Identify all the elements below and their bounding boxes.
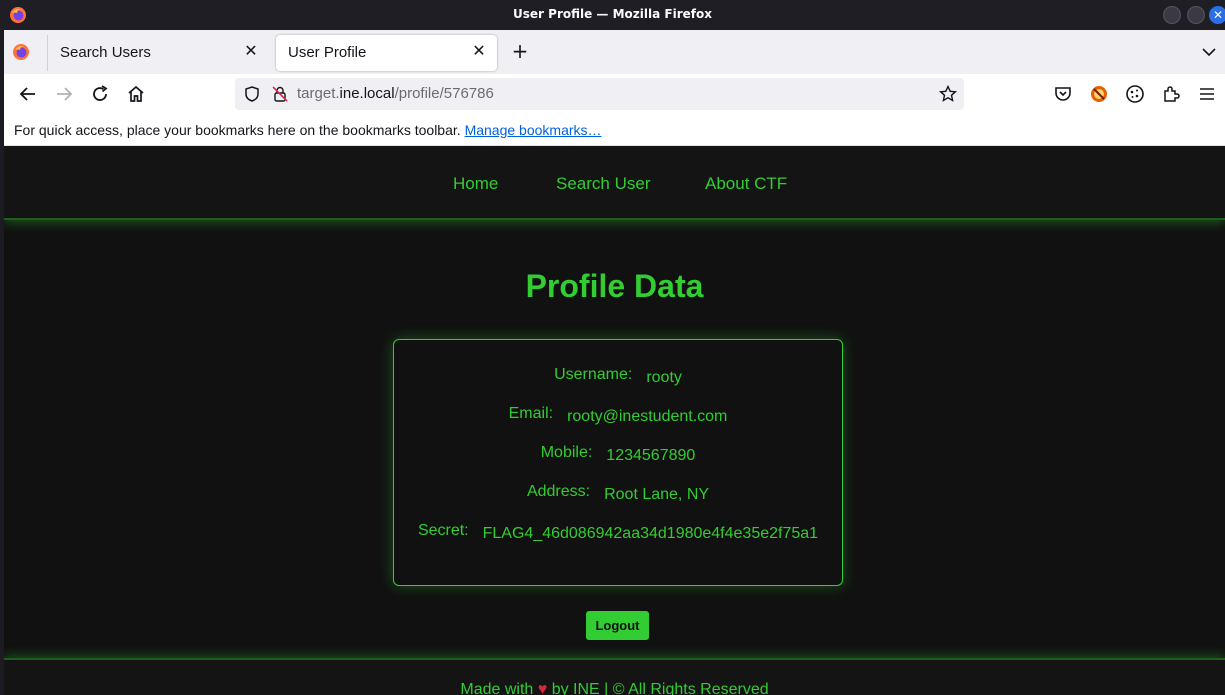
site-navbar: Home Search User About CTF	[4, 146, 1225, 220]
field-label: Username:	[554, 366, 633, 383]
field-label: Email:	[508, 405, 554, 422]
tab-strip: Search Users ✕ User Profile ✕ +	[4, 30, 1225, 74]
close-window-button[interactable]: ✕	[1209, 6, 1225, 24]
footer-made-with: Made with	[460, 681, 534, 695]
field-value: rooty	[646, 369, 682, 386]
tab-label: Search Users	[60, 44, 151, 61]
cookie-extension-icon[interactable]	[1123, 82, 1147, 106]
window-title: User Profile — Mozilla Firefox	[513, 7, 712, 21]
new-tab-plus-icon[interactable]: +	[508, 40, 532, 64]
insecure-lock-icon[interactable]	[271, 85, 289, 103]
firefox-window: User Profile — Mozilla Firefox ✕ Search …	[0, 0, 1225, 695]
profile-row-username: Username: rooty	[394, 366, 842, 386]
tab-list-chevron-down-icon[interactable]	[1199, 42, 1219, 62]
window-titlebar: User Profile — Mozilla Firefox ✕	[0, 0, 1225, 30]
extensions-puzzle-icon[interactable]	[1159, 82, 1183, 106]
bookmarks-toolbar: For quick access, place your bookmarks h…	[4, 114, 1225, 146]
url-host: ine.local	[339, 85, 395, 102]
manage-bookmarks-link[interactable]: Manage bookmarks…	[465, 122, 602, 138]
forward-arrow-icon[interactable]	[52, 82, 76, 106]
profile-row-secret: Secret: FLAG4_46d086942aa34d1980e4f4e35e2…	[394, 522, 842, 542]
pocket-icon[interactable]	[1051, 82, 1075, 106]
address-bar[interactable]: target.ine.local/profile/576786	[235, 78, 964, 110]
field-value: 1234567890	[606, 447, 696, 464]
field-label: Secret:	[417, 522, 469, 539]
field-label: Mobile:	[540, 444, 593, 461]
field-value: rooty@inestudent.com	[567, 408, 728, 425]
url-path: /profile/576786	[394, 85, 494, 102]
tracking-protection-shield-icon[interactable]	[243, 85, 261, 103]
minimize-button[interactable]	[1163, 6, 1181, 24]
site-footer: Made with ♥ by INE | © All Rights Reserv…	[4, 658, 1225, 695]
tab-close-icon[interactable]: ✕	[241, 42, 261, 62]
maximize-button[interactable]	[1187, 6, 1205, 24]
heart-icon: ♥	[537, 681, 548, 695]
field-label: Address:	[526, 483, 591, 500]
home-icon[interactable]	[124, 82, 148, 106]
firefox-view-icon[interactable]	[12, 43, 30, 61]
url-prefix: target.	[297, 85, 340, 102]
profile-row-email: Email: rooty@inestudent.com	[394, 405, 842, 425]
tab-search-users[interactable]: Search Users ✕	[47, 35, 269, 71]
profile-card: Username: rooty Email: rooty@inestudent.co…	[393, 339, 843, 586]
page-title: Profile Data	[525, 268, 704, 304]
profile-row-address: Address: Root Lane, NY	[394, 483, 842, 503]
extension-badge-icon[interactable]	[1087, 82, 1111, 106]
footer-text: Made with ♥ by INE | © All Rights Reserv…	[4, 681, 1225, 695]
nav-link-search-user[interactable]: Search User	[556, 174, 650, 194]
tab-label: User Profile	[288, 44, 367, 61]
tab-user-profile[interactable]: User Profile ✕	[276, 35, 497, 71]
field-value: Root Lane, NY	[604, 486, 710, 503]
app-menu-hamburger-icon[interactable]	[1195, 82, 1219, 106]
field-value: FLAG4_46d086942aa34d1980e4f4e35e2f75a1	[482, 525, 819, 542]
back-arrow-icon[interactable]	[16, 82, 40, 106]
nav-link-home[interactable]: Home	[453, 174, 498, 194]
tab-close-icon[interactable]: ✕	[469, 42, 489, 62]
footer-credits: by INE | © All Rights Reserved	[551, 681, 769, 695]
bookmark-star-icon[interactable]	[938, 84, 958, 104]
page-content: Home Search User About CTF Profile Data …	[4, 146, 1225, 695]
bookmarks-message-text: For quick access, place your bookmarks h…	[14, 122, 461, 138]
url-text[interactable]: target.ine.local/profile/576786	[297, 85, 494, 102]
logout-button[interactable]: Logout	[586, 611, 649, 640]
nav-link-about-ctf[interactable]: About CTF	[705, 174, 787, 194]
reload-icon[interactable]	[88, 82, 112, 106]
navigation-toolbar: target.ine.local/profile/576786	[4, 74, 1225, 114]
bookmarks-empty-message: For quick access, place your bookmarks h…	[14, 122, 602, 138]
profile-row-mobile: Mobile: 1234567890	[394, 444, 842, 464]
